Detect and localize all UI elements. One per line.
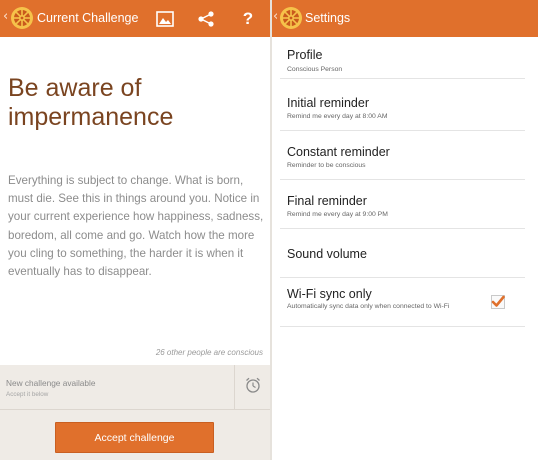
notice-subtitle: Accept it below [6,391,49,398]
setting-sound-volume[interactable]: Sound volume [280,233,525,278]
wifi-sync-checkbox[interactable] [491,295,505,309]
action-bar: ‹ Current Challenge ? [0,0,270,37]
new-challenge-notice[interactable]: New challenge available Accept it below [0,365,234,410]
checkmark-icon [491,295,505,307]
alarm-clock-icon [244,376,262,399]
action-bar: ‹ Settings [272,0,538,37]
setting-constant-reminder[interactable]: Constant reminder Reminder to be conscio… [280,135,525,180]
notice-title: New challenge available [6,378,96,388]
screen-title: Settings [305,11,351,25]
screen-title: Current Challenge [37,11,139,25]
setting-title: Initial reminder [287,96,369,110]
current-challenge-screen: ‹ Current Challenge ? Be aware of imperm… [0,0,270,460]
help-icon[interactable]: ? [237,8,259,30]
alarm-button[interactable] [234,365,270,410]
setting-summary: Remind me every day at 9:00 PM [287,211,388,218]
setting-title: Wi-Fi sync only [287,287,372,301]
setting-summary: Remind me every day at 8:00 AM [287,113,388,120]
setting-title: Profile [287,48,323,62]
setting-final-reminder[interactable]: Final reminder Remind me every day at 9:… [280,184,525,229]
setting-profile[interactable]: Profile Conscious Person [280,37,525,79]
setting-summary: Automatically sync data only when connec… [287,303,450,310]
challenge-footer: New challenge available Accept it below … [0,365,270,460]
setting-summary: Conscious Person [287,66,343,73]
settings-screen: ‹ Settings Profile Conscious Person Init… [272,0,538,460]
conscious-count: 26 other people are conscious [155,348,263,357]
app-logo-icon[interactable] [279,6,303,30]
setting-wifi-sync[interactable]: Wi-Fi sync only Automatically sync data … [280,282,525,327]
setting-title: Sound volume [287,247,367,261]
app-logo-icon[interactable] [10,6,34,30]
setting-summary: Reminder to be conscious [287,162,366,169]
image-icon[interactable] [154,8,176,30]
challenge-title: Be aware of impermanence [8,74,174,131]
setting-title: Final reminder [287,194,367,208]
challenge-description: Everything is subject to change. What is… [8,174,264,279]
setting-title: Constant reminder [287,145,390,159]
accept-challenge-button[interactable]: Accept challenge [55,422,214,453]
share-icon[interactable] [195,8,217,30]
back-chevron-icon[interactable]: ‹ [3,9,8,24]
back-chevron-icon[interactable]: ‹ [273,9,278,24]
setting-initial-reminder[interactable]: Initial reminder Remind me every day at … [280,86,525,131]
